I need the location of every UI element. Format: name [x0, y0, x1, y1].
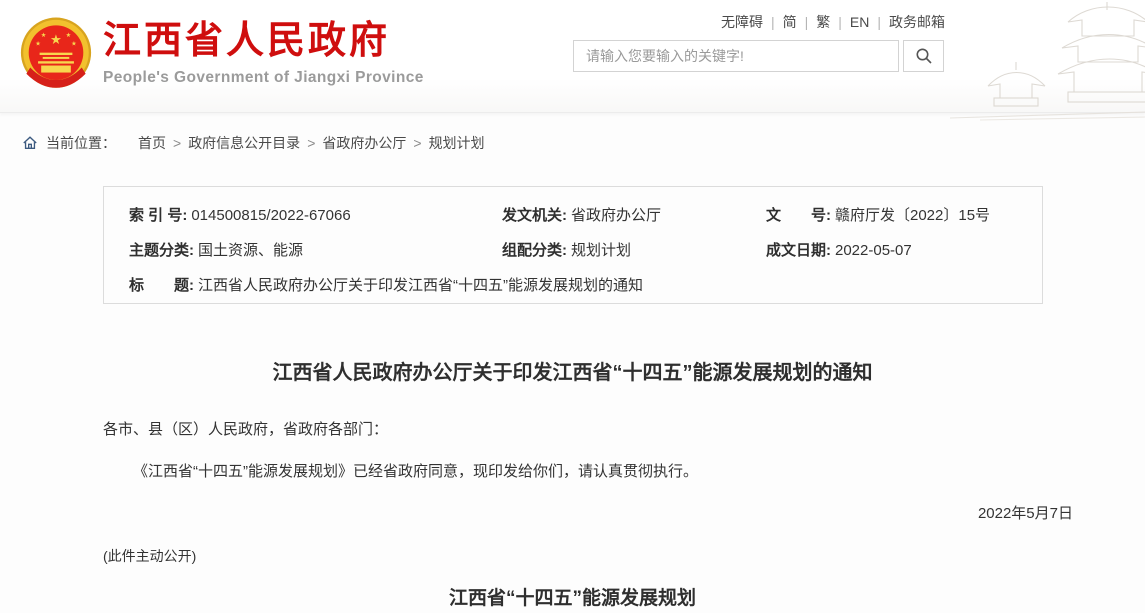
meta-topic-category: 主题分类:国土资源、能源: [129, 239, 303, 260]
search-input[interactable]: [573, 40, 899, 72]
link-simplified[interactable]: 简: [783, 14, 797, 30]
meta-issuing-agency: 发文机关:省政府办公厅: [502, 204, 661, 225]
meta-issue-date: 成文日期:2022-05-07: [766, 239, 912, 260]
svg-text:★: ★: [50, 32, 62, 47]
breadcrumb-plans[interactable]: 规划计划: [429, 133, 485, 153]
link-traditional[interactable]: 繁: [816, 14, 830, 30]
svg-text:★: ★: [35, 41, 41, 48]
meta-value: 2022-05-07: [835, 242, 912, 259]
meta-group-category: 组配分类:规划计划: [502, 239, 631, 260]
document-paragraph: 《江西省“十四五”能源发展规划》已经省政府同意，现印发给你们，请认真贯彻执行。: [103, 460, 1073, 481]
meta-label: 文 号:: [766, 207, 831, 224]
meta-value: 规划计划: [571, 242, 631, 259]
meta-label: 标 题:: [129, 277, 194, 294]
national-emblem-icon: ★ ★ ★ ★ ★: [17, 15, 95, 95]
site-header: ★ ★ ★ ★ ★ 江西省人民政府 People's Government of…: [0, 0, 1145, 113]
meta-label: 发文机关:: [502, 207, 567, 224]
breadcrumb-separator: >: [413, 135, 421, 151]
search-bar: [573, 40, 944, 72]
meta-value: 省政府办公厅: [571, 207, 661, 224]
breadcrumb-info-catalog[interactable]: 政府信息公开目录: [188, 133, 300, 153]
site-title: 江西省人民政府: [103, 21, 424, 63]
svg-text:★: ★: [41, 32, 47, 39]
home-icon: [22, 135, 38, 151]
meta-index-number: 索 引 号:014500815/2022-67066: [129, 204, 351, 225]
breadcrumb-label: 当前位置：: [46, 133, 116, 153]
link-gov-mailbox[interactable]: 政务邮箱: [889, 14, 945, 30]
meta-value: 国土资源、能源: [198, 242, 303, 259]
site-logo[interactable]: ★ ★ ★ ★ ★ 江西省人民政府 People's Government of…: [17, 15, 424, 95]
meta-label: 索 引 号:: [129, 207, 187, 224]
meta-label: 组配分类:: [502, 242, 567, 259]
breadcrumb-separator: >: [173, 135, 181, 151]
meta-label: 主题分类:: [129, 242, 194, 259]
svg-text:★: ★: [71, 41, 77, 48]
meta-value: 江西省人民政府办公厅关于印发江西省“十四五”能源发展规划的通知: [198, 277, 643, 294]
utility-links: 无障碍 | 简 | 繁 | EN | 政务邮箱: [721, 12, 945, 32]
meta-title: 标 题:江西省人民政府办公厅关于印发江西省“十四五”能源发展规划的通知: [129, 274, 643, 295]
svg-text:★: ★: [66, 32, 72, 39]
document-meta-table: 索 引 号:014500815/2022-67066 发文机关:省政府办公厅 文…: [103, 186, 1043, 304]
meta-document-number: 文 号:赣府厅发〔2022〕15号: [766, 204, 990, 225]
search-icon: [915, 47, 933, 65]
page: ★ ★ ★ ★ ★ 江西省人民政府 People's Government of…: [0, 0, 1145, 613]
meta-label: 成文日期:: [766, 242, 831, 259]
search-button[interactable]: [903, 40, 944, 72]
document-disclosure-note: (此件主动公开): [103, 546, 196, 566]
document-title: 江西省人民政府办公厅关于印发江西省“十四五”能源发展规划的通知: [0, 356, 1145, 385]
link-separator: |: [805, 14, 809, 30]
link-separator: |: [771, 14, 775, 30]
meta-value: 赣府厅发〔2022〕15号: [835, 207, 990, 224]
meta-value: 014500815/2022-67066: [191, 207, 350, 224]
plan-subtitle: 江西省“十四五”能源发展规划: [0, 583, 1145, 610]
link-english[interactable]: EN: [850, 14, 869, 30]
breadcrumb-home[interactable]: 首页: [138, 133, 166, 153]
link-separator: |: [838, 14, 842, 30]
logo-text: 江西省人民政府 People's Government of Jiangxi P…: [103, 15, 424, 87]
site-subtitle: People's Government of Jiangxi Province: [103, 69, 424, 87]
link-separator: |: [877, 14, 881, 30]
document-salutation: 各市、县（区）人民政府，省政府各部门：: [103, 418, 388, 439]
breadcrumb: 当前位置： 首页 > 政府信息公开目录 > 省政府办公厅 > 规划计划: [22, 133, 485, 153]
breadcrumb-separator: >: [307, 135, 315, 151]
link-accessibility[interactable]: 无障碍: [721, 14, 763, 30]
document-date: 2022年5月7日: [978, 502, 1073, 523]
pavilion-watermark-icon: [950, 0, 1145, 122]
breadcrumb-office[interactable]: 省政府办公厅: [322, 133, 406, 153]
